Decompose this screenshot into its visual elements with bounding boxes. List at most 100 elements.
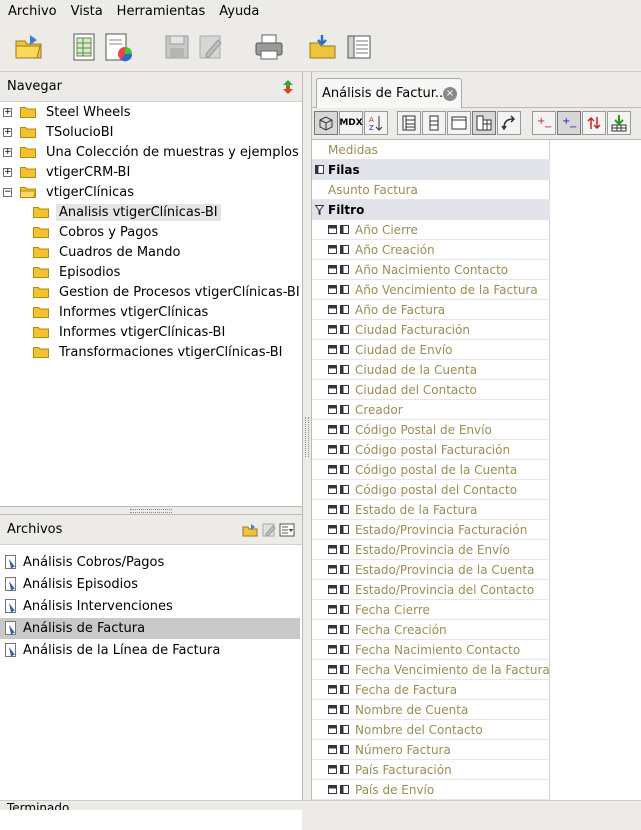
dimension-move-icon[interactable] [328, 325, 349, 334]
filter-item-row[interactable]: Año Creación [312, 240, 550, 260]
filter-item-row[interactable]: Año Vencimiento de la Factura [312, 280, 550, 300]
tree-node-analisis-vtigerclinicas-bi[interactable]: Analisis vtigerClínicas-BI [33, 202, 221, 222]
filter-item-row[interactable]: Nombre del Contacto [312, 720, 550, 740]
new-analysis-icon[interactable] [102, 30, 136, 64]
edit-small-icon[interactable] [262, 523, 276, 541]
dimension-move-icon[interactable] [328, 545, 349, 554]
menu-archivo[interactable]: Archivo [0, 0, 63, 24]
filter-item-row[interactable]: Ciudad de Envío [312, 340, 550, 360]
dimension-move-icon[interactable] [328, 625, 349, 634]
columns-layout-icon[interactable] [422, 111, 446, 135]
dimension-move-icon[interactable] [328, 445, 349, 454]
open-folder-icon[interactable] [12, 30, 46, 64]
filter-item-row[interactable]: Ciudad Facturación [312, 320, 550, 340]
filter-item-row[interactable]: Fecha de Factura [312, 680, 550, 700]
cube-icon[interactable] [314, 111, 338, 135]
dimension-move-icon[interactable] [328, 765, 349, 774]
filter-item-row[interactable]: Ciudad del Contacto [312, 380, 550, 400]
dimension-move-icon[interactable] [328, 525, 349, 534]
dimension-move-icon[interactable] [328, 725, 349, 734]
dimension-move-icon[interactable] [328, 605, 349, 614]
table-layout-icon[interactable] [447, 111, 471, 135]
menu-small-icon[interactable] [279, 523, 295, 541]
dimension-move-icon[interactable] [328, 705, 349, 714]
filter-item-row[interactable]: Estado/Provincia de Envío [312, 540, 550, 560]
menu-vista[interactable]: Vista [63, 0, 109, 24]
filter-item-row[interactable]: Código Postal de Envío [312, 420, 550, 440]
filter-item-row[interactable]: Fecha Creación [312, 620, 550, 640]
expand-icon[interactable]: + [3, 147, 12, 157]
mdx-button[interactable]: MDX [339, 111, 363, 135]
filter-item-row[interactable]: Año de Factura [312, 300, 550, 320]
dimension-move-icon[interactable] [328, 785, 349, 794]
expand-icon[interactable]: + [3, 167, 12, 177]
filter-item-row[interactable]: País Facturación [312, 760, 550, 780]
tree-node-vtigerclinicas[interactable]: − vtigerClínicas [3, 182, 137, 202]
dimension-move-icon[interactable] [328, 285, 349, 294]
tree-node-steel-wheels[interactable]: + Steel Wheels [3, 102, 134, 122]
filter-item-row[interactable]: Ciudad de la Cuenta [312, 360, 550, 380]
filter-item-row[interactable]: Año Nacimiento Contacto [312, 260, 550, 280]
rows-layout-icon[interactable] [397, 111, 421, 135]
close-icon[interactable]: × [443, 87, 457, 101]
tree-node-informes-vtigerclinicas[interactable]: Informes vtigerClínicas [33, 302, 211, 322]
drill-member-icon[interactable]: + − [532, 111, 556, 135]
grid-layout-icon[interactable] [472, 111, 496, 135]
pane-splitter[interactable] [0, 506, 302, 515]
tree-node-cobros-y-pagos[interactable]: Cobros y Pagos [33, 222, 161, 242]
print-icon[interactable] [252, 30, 286, 64]
dimension-move-icon[interactable] [328, 425, 349, 434]
filter-item-row[interactable]: Código postal Facturación [312, 440, 550, 460]
menu-herramientas[interactable]: Herramientas [109, 0, 212, 24]
medidas-row[interactable]: Medidas [312, 140, 550, 160]
dimension-move-icon[interactable] [328, 485, 349, 494]
filter-item-row[interactable]: Código postal del Contacto [312, 480, 550, 500]
tree-node-transformaciones[interactable]: Transformaciones vtigerClínicas-BI [33, 342, 286, 362]
dimension-move-icon[interactable] [328, 585, 349, 594]
tab-analisis-de-factura[interactable]: Análisis de Factur.. × [316, 78, 462, 108]
vertical-splitter-grip[interactable] [305, 417, 309, 457]
dimension-move-icon[interactable] [328, 505, 349, 514]
filter-item-row[interactable]: Estado/Provincia de la Cuenta [312, 560, 550, 580]
filter-item-row[interactable]: Nombre de Cuenta [312, 700, 550, 720]
tree-node-vtigercrm-bi[interactable]: + vtigerCRM-BI [3, 162, 133, 182]
filas-item-row[interactable]: Asunto Factura [312, 180, 550, 200]
menu-ayuda[interactable]: Ayuda [211, 0, 265, 24]
filter-item-row[interactable]: Estado/Provincia del Contacto [312, 580, 550, 600]
drill-replace-icon[interactable] [582, 111, 606, 135]
file-item-cobros-pagos[interactable]: Análisis Cobros/Pagos [0, 552, 300, 573]
tree-node-cuadros-de-mando[interactable]: Cuadros de Mando [33, 242, 183, 262]
tree-node-tsoluciobi[interactable]: + TSolucioBI [3, 122, 116, 142]
dimension-move-icon[interactable] [328, 385, 349, 394]
file-item-intervenciones[interactable]: Análisis Intervenciones [0, 596, 300, 617]
filter-item-row[interactable]: Año Cierre [312, 220, 550, 240]
drill-through-icon[interactable] [607, 111, 631, 135]
filter-item-row[interactable]: Estado de la Factura [312, 500, 550, 520]
file-item-linea-de-factura[interactable]: Análisis de la Línea de Factura [0, 640, 300, 661]
filter-item-row[interactable]: Fecha Nacimiento Contacto [312, 640, 550, 660]
file-item-analisis-de-factura[interactable]: Análisis de Factura [0, 618, 300, 639]
file-item-episodios[interactable]: Análisis Episodios [0, 574, 300, 595]
vertical-splitter[interactable] [303, 72, 312, 800]
filter-item-row[interactable]: Creador [312, 400, 550, 420]
dimension-move-icon[interactable] [328, 405, 349, 414]
dimension-move-icon[interactable] [328, 465, 349, 474]
drill-position-icon[interactable]: + − [557, 111, 581, 135]
dimension-move-icon[interactable] [328, 305, 349, 314]
new-report-icon[interactable] [68, 30, 102, 64]
dimension-move-icon[interactable] [328, 665, 349, 674]
filter-item-row[interactable]: Fecha Cierre [312, 600, 550, 620]
edit-icon[interactable] [194, 30, 228, 64]
refresh-icon[interactable] [282, 79, 294, 99]
dimension-move-icon[interactable] [328, 265, 349, 274]
dimension-move-icon[interactable] [328, 245, 349, 254]
filter-item-row[interactable]: Fecha Vencimiento de la Factura [312, 660, 550, 680]
expand-icon[interactable]: + [3, 107, 12, 117]
swap-axes-icon[interactable] [497, 111, 521, 135]
dimension-move-icon[interactable] [328, 565, 349, 574]
tree-node-coleccion[interactable]: + Una Colección de muestras y ejemplos [3, 142, 302, 162]
collapse-icon[interactable]: − [3, 187, 12, 197]
filter-item-row[interactable]: Estado/Provincia Facturación [312, 520, 550, 540]
sort-icon[interactable]: AZ [364, 111, 388, 135]
open-folder-small-icon[interactable] [242, 523, 258, 541]
